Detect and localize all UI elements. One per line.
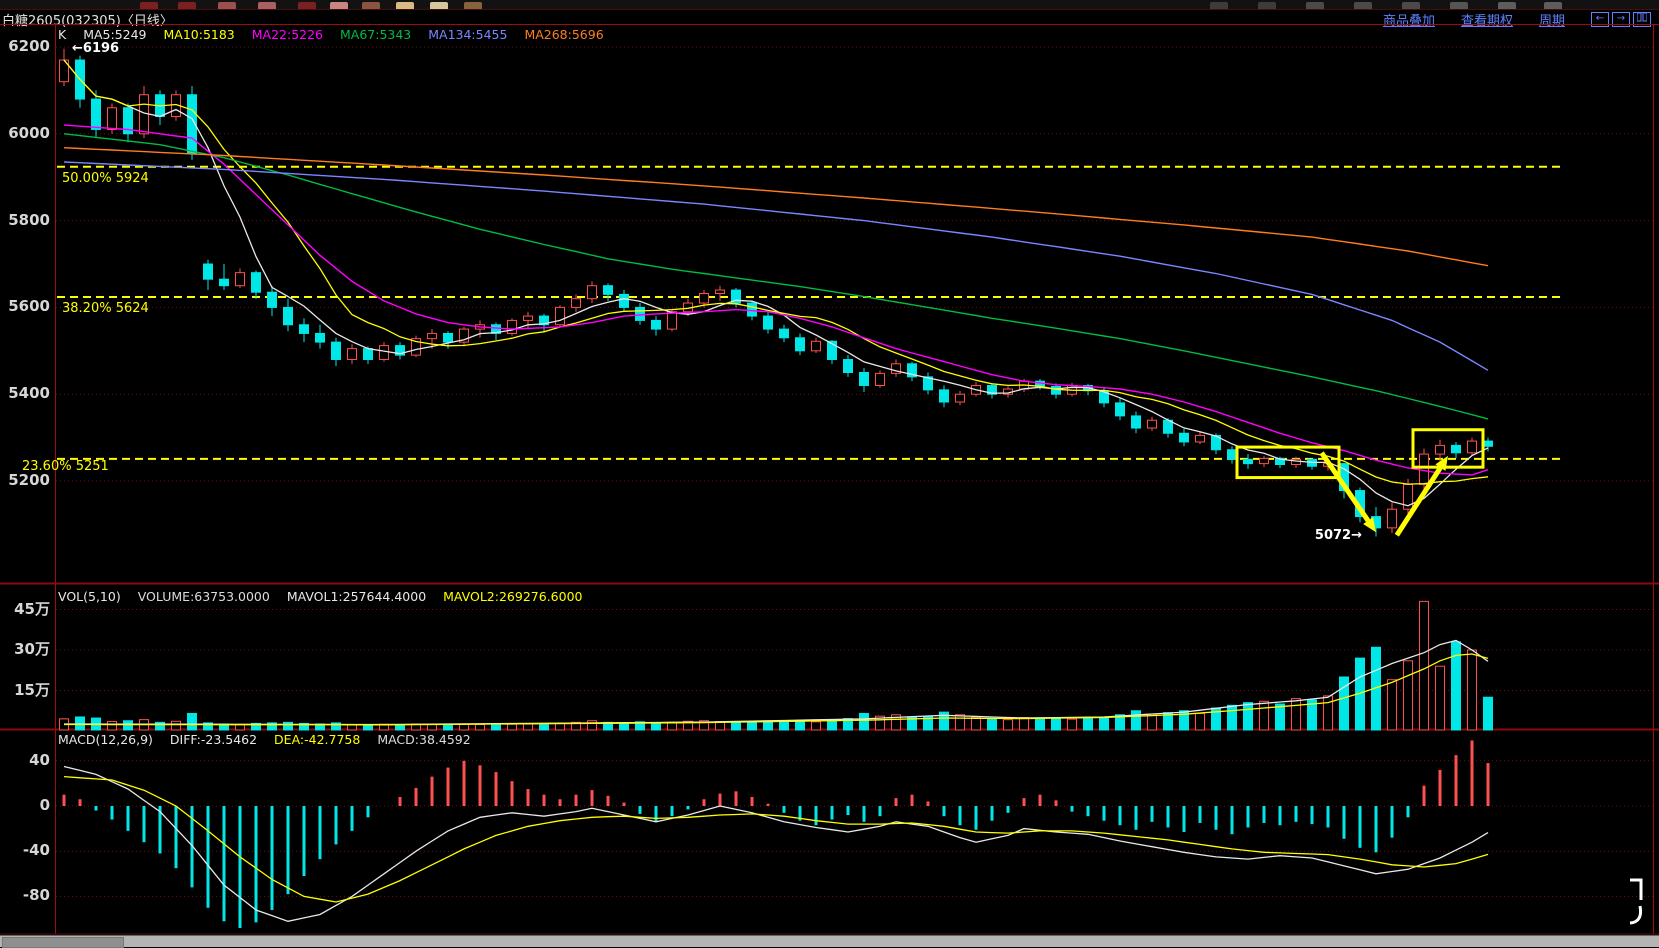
price-axis-label: 6200 bbox=[8, 37, 50, 55]
mavol2-value: MAVOL2:269276.6000 bbox=[443, 589, 583, 604]
scrollbar-thumb[interactable] bbox=[2, 937, 124, 948]
chart-canvas[interactable] bbox=[0, 24, 1659, 935]
diff-value: DIFF:-23.5462 bbox=[169, 732, 258, 747]
macd-axis-label: -40 bbox=[22, 841, 50, 859]
mavol1-value: MAVOL1:257644.4000 bbox=[286, 589, 427, 604]
price-axis-label: 6000 bbox=[8, 124, 50, 142]
fib-382-label: 38.20% 5624 bbox=[62, 301, 149, 316]
vol-param-label: VOL(5,10) bbox=[58, 589, 121, 604]
ma268-label: MA268:5696 bbox=[524, 27, 604, 42]
ma5-label: MA5:5249 bbox=[83, 27, 147, 42]
fib-236-label: 23.60% 5251 bbox=[22, 459, 109, 474]
high-price-annotation: ←6196 bbox=[72, 41, 120, 56]
macd-axis-label: -80 bbox=[22, 886, 50, 904]
price-axis-label: 5600 bbox=[8, 297, 50, 315]
price-axis-label: 5200 bbox=[8, 471, 50, 489]
volume-value: VOLUME:63753.0000 bbox=[137, 589, 270, 604]
macd-value: MACD:38.4592 bbox=[377, 732, 471, 747]
fib-50-label: 50.00% 5924 bbox=[62, 171, 149, 186]
macd-indicator-header: MACD(12,26,9) DIFF:-23.5462 DEA:-42.7758… bbox=[58, 732, 484, 747]
horizontal-scrollbar[interactable] bbox=[0, 935, 1659, 948]
ma67-label: MA67:5343 bbox=[339, 27, 412, 42]
top-toolbar-strip bbox=[0, 0, 1659, 9]
k-indicator-header: K MA5:5249 MA10:5183 MA22:5226 MA67:5343… bbox=[58, 27, 617, 42]
ma22-label: MA22:5226 bbox=[251, 27, 323, 42]
macd-axis-label: 40 bbox=[29, 751, 50, 769]
title-bar: 白糖2605(032305)〈日线〉 商品叠加 查看期权 周期 ← → bbox=[0, 9, 1659, 29]
macd-axis-label: 0 bbox=[39, 796, 50, 814]
volume-axis-label: 30万 bbox=[14, 640, 50, 658]
ma10-label: MA10:5183 bbox=[163, 27, 235, 42]
volume-indicator-header: VOL(5,10) VOLUME:63753.0000 MAVOL1:25764… bbox=[58, 589, 595, 604]
price-axis-label: 5400 bbox=[8, 384, 50, 402]
price-axis-label: 5800 bbox=[8, 211, 50, 229]
low-price-annotation: 5072→ bbox=[1314, 528, 1362, 543]
ma134-label: MA134:5455 bbox=[428, 27, 508, 42]
macd-param-label: MACD(12,26,9) bbox=[58, 732, 153, 747]
volume-axis-label: 45万 bbox=[14, 600, 50, 618]
volume-axis-label: 15万 bbox=[14, 681, 50, 699]
k-label: K bbox=[58, 27, 67, 42]
dea-value: DEA:-42.7758 bbox=[274, 732, 361, 747]
